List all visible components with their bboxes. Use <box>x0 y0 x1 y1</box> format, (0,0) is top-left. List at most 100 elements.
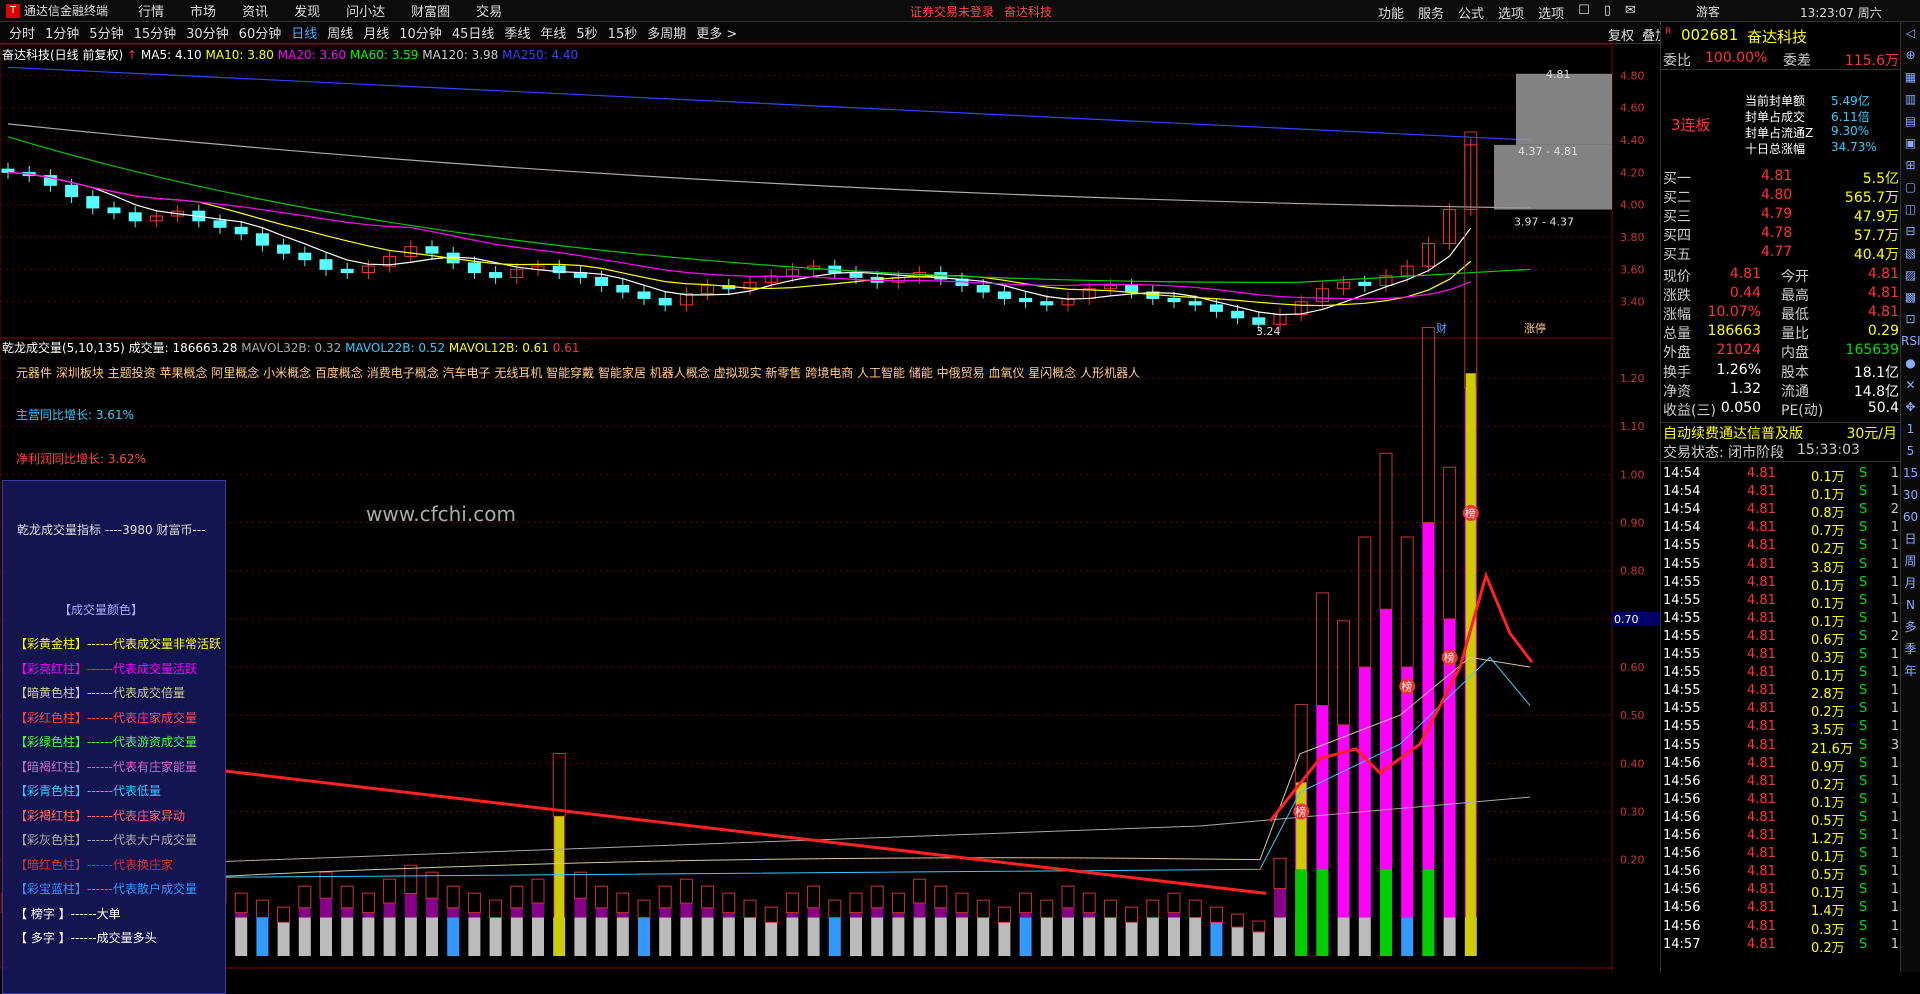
volume-bar <box>616 917 629 956</box>
tick-time: 14:55 <box>1663 628 1701 644</box>
login-notice[interactable]: 证券交易未登录 奋达科技 <box>910 3 1052 20</box>
tick-time: 14:54 <box>1663 520 1701 536</box>
side-tool-icon-22[interactable]: 60 <box>1901 506 1920 528</box>
ma60-label: MA60: 3.59 <box>350 48 419 62</box>
side-tool-icon-28[interactable]: 季 <box>1901 638 1920 660</box>
side-tool-icon-12[interactable]: ▩ <box>1901 286 1920 308</box>
ad-text[interactable]: 自动续费通达信普及版 <box>1663 423 1803 443</box>
candle-body <box>1252 317 1266 325</box>
period-tab-7[interactable]: 周线 <box>322 23 358 42</box>
tick-volume: 21.6万 <box>1811 741 1853 757</box>
period-tab-10[interactable]: 45日线 <box>447 23 500 42</box>
side-tool-icon-23[interactable]: 日 <box>1901 528 1920 550</box>
seal-label: 封单占流通Z <box>1745 126 1814 140</box>
menu-fuwu[interactable]: 服务 <box>1418 3 1444 22</box>
tick-price: 4.81 <box>1747 628 1776 644</box>
period-tab-13[interactable]: 5秒 <box>571 23 602 42</box>
period-tab-8[interactable]: 月线 <box>358 23 394 42</box>
legend-row: 【 多字 】------成交量多头 <box>15 929 157 946</box>
side-tool-icon-26[interactable]: N <box>1901 594 1920 616</box>
side-tool-icon-8[interactable]: ◫ <box>1901 198 1920 220</box>
menu-jiaoyi[interactable]: 交易 <box>476 1 502 20</box>
period-tab-11[interactable]: 季线 <box>499 23 535 42</box>
side-tool-icon-25[interactable]: 月 <box>1901 572 1920 594</box>
tick-price: 4.81 <box>1747 918 1776 934</box>
menu-gongneng[interactable]: 功能 <box>1378 3 1404 22</box>
side-tool-icon-0[interactable]: ◁ <box>1901 22 1920 44</box>
side-tool-icon-27[interactable]: 多 <box>1901 616 1920 638</box>
tick-side: S <box>1859 882 1868 898</box>
side-tool-icon-6[interactable]: ⊞ <box>1901 154 1920 176</box>
volume-outline <box>340 885 354 909</box>
side-tool-icon-7[interactable]: ▢ <box>1901 176 1920 198</box>
side-tool-icon-29[interactable]: 年 <box>1901 660 1920 682</box>
side-tool-icon-16[interactable]: ✕ <box>1901 374 1920 396</box>
volume-tick-label: 0.40 <box>1620 757 1645 770</box>
period-tab-12[interactable]: 年线 <box>535 23 571 42</box>
side-tool-icon-13[interactable]: ⊡ <box>1901 308 1920 330</box>
side-tool-icon-4[interactable]: ▤ <box>1901 110 1920 132</box>
menu-gongshi[interactable]: 公式 <box>1458 3 1484 22</box>
side-tool-icon-18[interactable]: 1 <box>1901 418 1920 440</box>
seal-value: 34.73% <box>1831 140 1877 154</box>
legend-key: 【彩灰色柱】 <box>15 833 88 847</box>
tick-volume: 0.3万 <box>1811 651 1845 666</box>
ad-row[interactable]: 自动续费通达信普及版 30元/月 <box>1661 422 1901 442</box>
menu-zixun[interactable]: 资讯 <box>242 1 268 20</box>
ad-price[interactable]: 30元/月 <box>1846 423 1897 443</box>
side-tool-icon-24[interactable]: 周 <box>1901 550 1920 572</box>
volume-outline <box>679 878 693 904</box>
menu-faxian[interactable]: 发现 <box>294 1 320 20</box>
menu-caifuquan[interactable]: 财富圈 <box>411 1 450 20</box>
side-tool-icon-14[interactable]: RSI <box>1901 330 1920 352</box>
side-tool-icon-10[interactable]: ▧ <box>1901 242 1920 264</box>
side-tool-icon-2[interactable]: ▦ <box>1901 66 1920 88</box>
tick-time: 14:55 <box>1663 683 1701 699</box>
window-icon[interactable]: ☐ <box>1578 3 1590 22</box>
candle-body <box>1167 297 1181 303</box>
period-tab-16[interactable]: 更多 > <box>691 23 742 42</box>
tick-side: S <box>1859 647 1868 662</box>
side-tool-icon-5[interactable]: ▣ <box>1901 132 1920 154</box>
kline-volume-chart[interactable]: 4.80 4.60 4.40 4.20 4.00 3.80 3.60 3.40 4.81 4.37… <box>0 44 1660 972</box>
legend-row: 【彩褐红柱】------代表庄家异动 <box>15 807 185 824</box>
side-tool-icon-3[interactable]: ▥ <box>1901 88 1920 110</box>
period-tab-6[interactable]: 日线 <box>286 23 322 42</box>
side-tool-icon-19[interactable]: 5 <box>1901 440 1920 462</box>
period-tab-5[interactable]: 60分钟 <box>234 23 287 42</box>
side-tool-icon-20[interactable]: 15 <box>1901 462 1920 484</box>
box-label: 4.81 <box>1546 68 1571 81</box>
period-tab-1[interactable]: 1分钟 <box>40 23 84 42</box>
side-tool-icon-15[interactable]: ● <box>1901 352 1920 374</box>
tick-time: 14:57 <box>1663 936 1701 952</box>
period-tab-0[interactable]: 分时 <box>4 23 40 42</box>
side-tool-icon-21[interactable]: 30 <box>1901 484 1920 506</box>
menu-wenxiaoda[interactable]: 问小达 <box>346 1 385 20</box>
period-tab-2[interactable]: 5分钟 <box>84 23 128 42</box>
period-tab-3[interactable]: 15分钟 <box>129 23 182 42</box>
bid-price: 4.77 <box>1761 244 1793 260</box>
chart-area[interactable]: 4.80 4.60 4.40 4.20 4.00 3.80 3.60 3.40 4.81 4.37… <box>0 44 1660 994</box>
menu-hangqing[interactable]: 行情 <box>138 1 164 20</box>
period-tab-4[interactable]: 30分钟 <box>181 23 234 42</box>
volume-outline <box>722 892 736 914</box>
guest-label[interactable]: 游客 <box>1696 3 1720 20</box>
side-tool-icon-1[interactable]: ⊕ <box>1901 44 1920 66</box>
side-tool-icon-11[interactable]: ▨ <box>1901 264 1920 286</box>
tool-0[interactable]: 复权 <box>1608 25 1634 44</box>
box-label: 4.37 - 4.81 <box>1518 145 1578 158</box>
menu-shichang[interactable]: 市场 <box>190 1 216 20</box>
period-tab-14[interactable]: 15秒 <box>603 23 643 42</box>
legend-key: 【彩青色柱】 <box>15 784 88 798</box>
side-tool-icon-9[interactable]: ⊟ <box>1901 220 1920 242</box>
phone-icon[interactable]: ▯ <box>1604 3 1611 22</box>
volume-bar <box>1040 917 1053 956</box>
tick-price: 4.81 <box>1747 900 1776 916</box>
menu-xuanxiang2[interactable]: 选项 <box>1538 3 1564 22</box>
menu-xuanxiang[interactable]: 选项 <box>1498 3 1524 22</box>
side-tool-icon-17[interactable]: ✥ <box>1901 396 1920 418</box>
mail-icon[interactable]: ✉ <box>1625 3 1636 22</box>
volume-outline <box>255 899 269 918</box>
period-tab-9[interactable]: 10分钟 <box>394 23 447 42</box>
period-tab-15[interactable]: 多周期 <box>642 23 691 42</box>
